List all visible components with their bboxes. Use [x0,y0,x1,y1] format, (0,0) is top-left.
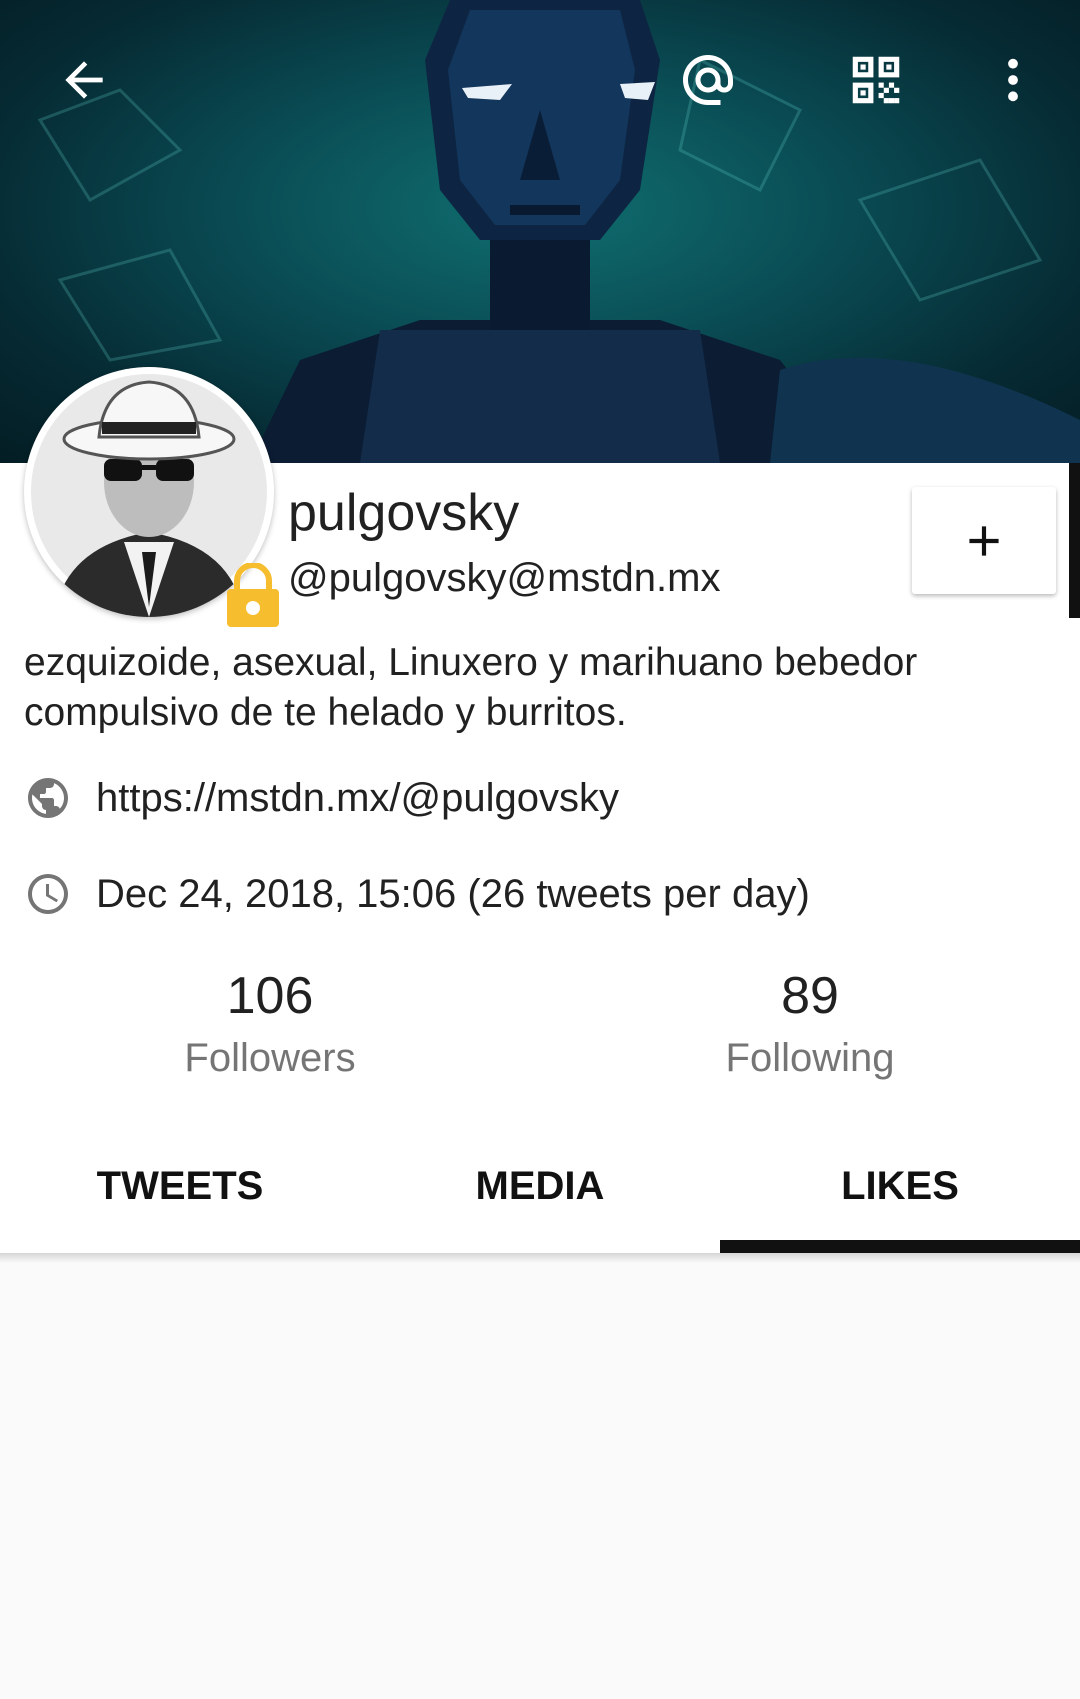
following-count: 89 [781,967,839,1025]
followers-stat[interactable]: 106 Followers [120,966,420,1081]
profile-bio: ezquizoide, asexual, Linuxero y marihuan… [24,641,918,734]
clock-icon [28,874,68,914]
at-sign-icon [683,55,733,105]
plus-icon [969,525,999,556]
lock-icon [227,563,279,627]
display-name: pulgovsky [288,484,520,542]
website-link[interactable]: https://mstdn.mx/@pulgovsky [96,776,619,821]
joined-row: Dec 24, 2018, 15:06 (26 tweets per day) [24,864,810,924]
qr-code-button[interactable] [836,40,916,120]
globe-icon [28,778,68,818]
likes-content-area [0,1263,1080,1699]
follow-button[interactable] [912,487,1056,594]
following-label: Following [725,1036,895,1080]
tab-tweets[interactable]: TWEETS [0,1120,360,1253]
active-tab-indicator [720,1240,1080,1253]
tab-likes[interactable]: LIKES [720,1120,1080,1253]
account-handle: @pulgovsky@mstdn.mx [288,556,721,600]
more-vertical-icon [1008,58,1018,102]
edge-divider [1069,463,1080,618]
tab-media[interactable]: MEDIA [360,1120,720,1253]
followers-label: Followers [184,1036,356,1080]
following-stat[interactable]: 89 Following [660,966,960,1081]
arrow-left-icon [65,61,103,99]
tabs-shadow [0,1253,1080,1263]
joined-date: Dec 24, 2018, 15:06 (26 tweets per day) [96,871,810,916]
followers-count: 106 [226,967,314,1025]
more-options-button[interactable] [973,40,1053,120]
back-button[interactable] [44,40,124,120]
mention-button[interactable] [668,40,748,120]
profile-tabs: TWEETS MEDIA LIKES [0,1120,1080,1253]
qr-code-icon [852,56,900,104]
website-row[interactable]: https://mstdn.mx/@pulgovsky [24,768,619,828]
